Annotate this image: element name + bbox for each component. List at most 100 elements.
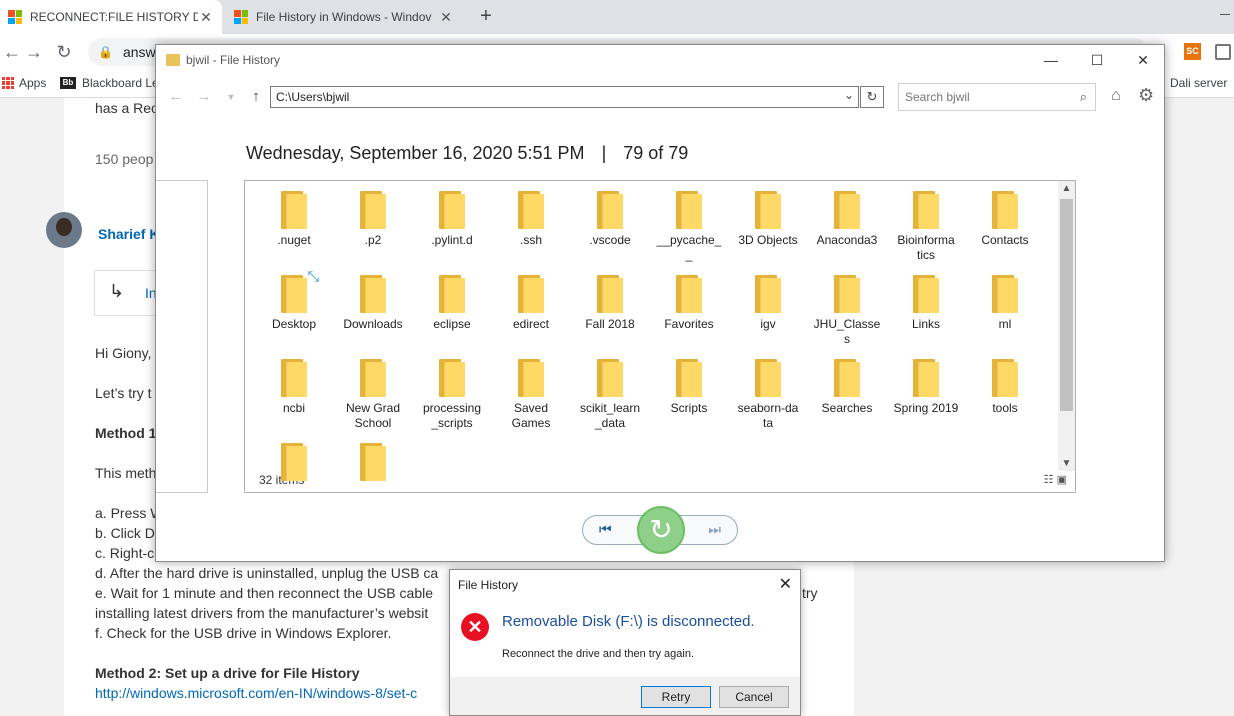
tab-reconnect[interactable]: RECONNECT:FILE HISTORY DRIVE ✕	[0, 0, 222, 34]
folder-icon	[992, 191, 1018, 229]
folder-item[interactable]: tools	[966, 349, 1044, 416]
backup-position: 79 of 79	[623, 143, 689, 163]
folder-item[interactable]: processing _scripts	[413, 349, 491, 431]
folder-item[interactable]: JHU_Classe s	[808, 265, 886, 347]
page-text: This meth	[95, 465, 157, 481]
home-icon[interactable]: ⌂	[1111, 87, 1121, 105]
tab-file-history-article[interactable]: File History in Windows - Windov ✕	[226, 0, 462, 34]
next-version-icon[interactable]: ⏭	[708, 521, 721, 538]
bookmark-dali-server[interactable]: Dali server	[1170, 76, 1227, 90]
folder-item[interactable]: .ssh	[492, 181, 570, 248]
close-tab-icon[interactable]: ✕	[198, 9, 214, 26]
large-icons-view-icon[interactable]: ▣	[1057, 474, 1067, 486]
chevron-down-icon[interactable]: ▼	[221, 85, 241, 109]
folder-item[interactable]: Favorites	[650, 265, 728, 332]
scroll-up-icon[interactable]: ▲	[1058, 183, 1075, 194]
separator: |	[601, 143, 607, 163]
view-toggle[interactable]: ☷ ▣	[1044, 473, 1067, 486]
window-title: bjwil - File History	[186, 53, 281, 67]
up-icon[interactable]: ↑	[246, 85, 266, 109]
previous-version-icon[interactable]: ⏮	[599, 521, 612, 538]
folder-item[interactable]: .pylint.d	[413, 181, 491, 248]
back-icon[interactable]: ←	[166, 85, 186, 109]
reload-icon[interactable]: ↻	[52, 40, 76, 64]
folder-icon	[597, 359, 623, 397]
folder-item[interactable]: edirect	[492, 265, 570, 332]
lock-icon: 🔒	[98, 45, 113, 59]
extension-sc-icon[interactable]: SC	[1184, 43, 1201, 60]
extension-icon[interactable]	[1215, 44, 1231, 60]
folder-item[interactable]: ml	[966, 265, 1044, 332]
folder-item[interactable]: Saved Games	[492, 349, 570, 431]
scrollbar-thumb[interactable]	[1060, 199, 1073, 411]
folder-item[interactable]: eclipse	[413, 265, 491, 332]
gear-icon[interactable]: ⚙	[1138, 85, 1154, 106]
folder-item[interactable]: Anaconda3	[808, 181, 886, 248]
close-button[interactable]: ✕	[1120, 45, 1166, 75]
folder-item[interactable]	[334, 433, 412, 485]
folder-item[interactable]: Searches	[808, 349, 886, 416]
search-input[interactable]: Search bjwil ⌕	[898, 83, 1096, 111]
folder-item[interactable]: New Grad School	[334, 349, 412, 431]
folder-item[interactable]: Scripts	[650, 349, 728, 416]
folder-item[interactable]: .vscode	[571, 181, 649, 248]
minimize-button[interactable]: —	[1028, 45, 1074, 75]
folder-label: igv	[760, 317, 776, 331]
bookmark-apps[interactable]: Apps	[2, 76, 46, 90]
folder-item[interactable]: Spring 2019	[887, 349, 965, 416]
folder-label: tools	[992, 401, 1018, 415]
scroll-down-icon[interactable]: ▼	[1058, 458, 1075, 469]
avatar[interactable]	[46, 212, 82, 248]
forward-icon[interactable]: →	[22, 40, 46, 64]
folder-label: Searches	[821, 401, 873, 415]
close-icon[interactable]: ✕	[779, 574, 792, 594]
minimize-icon[interactable]	[1220, 14, 1230, 15]
folder-item[interactable]: .nuget	[255, 181, 333, 248]
details-view-icon[interactable]: ☷	[1044, 474, 1054, 486]
restore-button[interactable]: ↻	[637, 506, 685, 554]
folder-item[interactable]: Bioinforma tics	[887, 181, 965, 263]
folder-item[interactable]: .p2	[334, 181, 412, 248]
folder-grid: ▲ ▼ 32 items ☷ ▣ .nuget.p2.pylint.d.ssh.…	[244, 180, 1076, 493]
folder-item[interactable]: igv	[729, 265, 807, 332]
folder-item[interactable]: Fall 2018	[571, 265, 649, 332]
folder-label: eclipse	[433, 317, 471, 331]
refresh-button[interactable]: ↻	[860, 86, 884, 108]
method-link[interactable]: http://windows.microsoft.com/en-IN/windo…	[95, 685, 417, 701]
folder-item[interactable]: seaborn-da ta	[729, 349, 807, 431]
forward-icon[interactable]: →	[194, 85, 214, 109]
folder-icon	[913, 275, 939, 313]
folder-item[interactable]: Downloads	[334, 265, 412, 332]
new-tab-button[interactable]: +	[476, 6, 496, 26]
folder-item[interactable]	[255, 433, 333, 485]
folder-item[interactable]: Contacts	[966, 181, 1044, 248]
address-field[interactable]: C:\Users\bjwil ⌄	[270, 86, 859, 108]
folder-label: ml	[998, 317, 1012, 331]
folder-item[interactable]: 3D Objects	[729, 181, 807, 248]
folder-icon	[439, 275, 465, 313]
close-tab-icon[interactable]: ✕	[438, 9, 454, 26]
dialog-message: Removable Disk (F:\) is disconnected.	[502, 613, 755, 630]
error-icon: ✕	[461, 613, 489, 641]
folder-item[interactable]: ncbi	[255, 349, 333, 416]
folder-icon	[834, 191, 860, 229]
previous-version-pane[interactable]	[156, 180, 208, 493]
folder-icon	[360, 191, 386, 229]
folder-item[interactable]: ⤡ Desktop	[255, 265, 333, 332]
cancel-button[interactable]: Cancel	[719, 686, 789, 708]
dialog-footer: Retry Cancel	[450, 677, 800, 715]
bookmark-blackboard[interactable]: Bb Blackboard Le	[60, 76, 159, 90]
folder-label: Anaconda3	[816, 233, 878, 247]
user-name-link[interactable]: Sharief K	[98, 226, 159, 242]
folder-item[interactable]: __pycache_ _	[650, 181, 728, 263]
folder-label: processing	[422, 401, 482, 415]
maximize-button[interactable]: ☐	[1074, 45, 1120, 75]
vertical-scrollbar[interactable]: ▲ ▼	[1058, 181, 1075, 471]
retry-button[interactable]: Retry	[641, 686, 711, 708]
folder-item[interactable]: scikit_learn _data	[571, 349, 649, 431]
back-icon[interactable]: ←	[0, 40, 24, 64]
chevron-down-icon[interactable]: ⌄	[844, 88, 854, 102]
folder-item[interactable]: Links	[887, 265, 965, 332]
file-history-app-icon	[166, 54, 180, 66]
dialog-title: File History	[458, 578, 519, 592]
